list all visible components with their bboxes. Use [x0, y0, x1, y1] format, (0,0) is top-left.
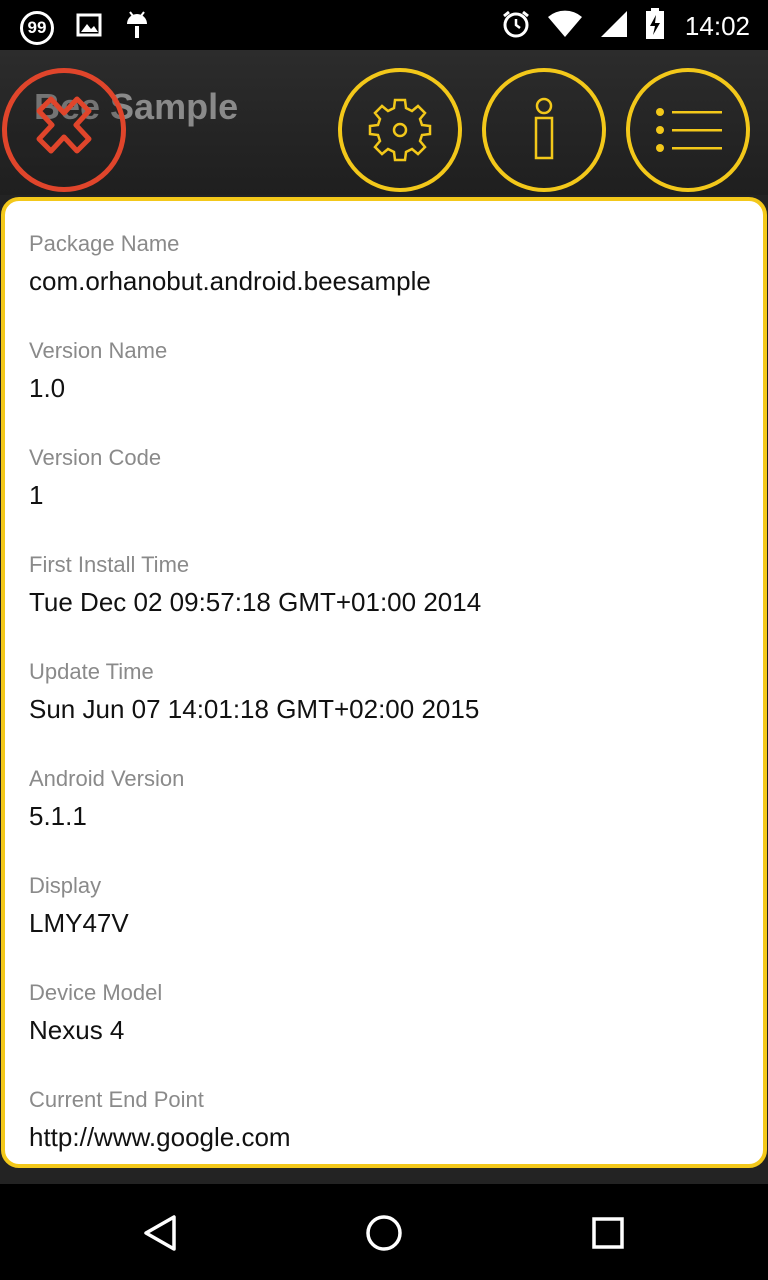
- cell-signal-icon: [599, 9, 629, 44]
- info-label: Version Code: [29, 445, 162, 470]
- info-item-android-version: Android Version 5.1.1: [29, 764, 739, 871]
- info-value: com.orhanobut.android.beesample: [29, 266, 431, 296]
- info-label: Package Name: [29, 231, 180, 256]
- wifi-icon: [547, 9, 583, 44]
- recent-apps-button[interactable]: [583, 1208, 633, 1258]
- notification-count-icon: 99: [20, 10, 54, 45]
- info-icon: [534, 97, 554, 160]
- alarm-icon: [501, 9, 531, 44]
- recent-apps-icon: [592, 1217, 624, 1249]
- status-clock: 14:02: [684, 11, 750, 41]
- settings-button[interactable]: [338, 68, 462, 192]
- back-button[interactable]: [135, 1208, 185, 1258]
- gear-icon: [368, 98, 432, 162]
- list-icon: [656, 108, 722, 152]
- info-value: Tue Dec 02 09:57:18 GMT+01:00 2014: [29, 587, 482, 617]
- info-value: 5.1.1: [29, 801, 87, 831]
- info-label: Update Time: [29, 659, 154, 684]
- info-value: Sun Jun 07 14:01:18 GMT+02:00 2015: [29, 694, 480, 724]
- info-item-version-name: Version Name 1.0: [29, 336, 739, 443]
- info-value: http://www.google.com: [29, 1122, 291, 1152]
- back-icon: [144, 1215, 176, 1251]
- image-icon: [76, 12, 102, 43]
- info-item-current-end-point: Current End Point http://www.google.com: [29, 1085, 739, 1192]
- home-icon: [366, 1215, 402, 1251]
- info-item-device-model: Device Model Nexus 4: [29, 978, 739, 1085]
- info-label: Display: [29, 873, 102, 898]
- navigation-bar: [0, 1184, 768, 1280]
- close-button[interactable]: [2, 68, 126, 192]
- info-item-package-name: Package Name com.orhanobut.android.beesa…: [29, 229, 739, 336]
- info-label: First Install Time: [29, 552, 190, 577]
- info-label: Device Model: [29, 980, 163, 1005]
- info-label: Version Name: [29, 338, 168, 363]
- info-button[interactable]: [482, 68, 606, 192]
- info-label: Current End Point: [29, 1087, 204, 1112]
- home-button[interactable]: [359, 1208, 409, 1258]
- info-item-display: Display LMY47V: [29, 871, 739, 978]
- battery-charging-icon: [645, 8, 665, 45]
- info-value: 1: [29, 480, 44, 510]
- info-label: Android Version: [29, 766, 185, 791]
- android-debug-icon: [124, 8, 150, 47]
- info-value: Nexus 4: [29, 1015, 125, 1045]
- info-value: LMY47V: [29, 908, 129, 938]
- info-item-update-time: Update Time Sun Jun 07 14:01:18 GMT+02:0…: [29, 657, 739, 764]
- menu-button[interactable]: [626, 68, 750, 192]
- close-icon: [36, 96, 92, 154]
- info-item-version-code: Version Code 1: [29, 443, 739, 550]
- info-value: 1.0: [29, 373, 66, 403]
- app-info-card: Package Name com.orhanobut.android.beesa…: [1, 197, 767, 1168]
- status-bar: 99 14:02: [0, 0, 768, 50]
- info-item-first-install-time: First Install Time Tue Dec 02 09:57:18 G…: [29, 550, 739, 657]
